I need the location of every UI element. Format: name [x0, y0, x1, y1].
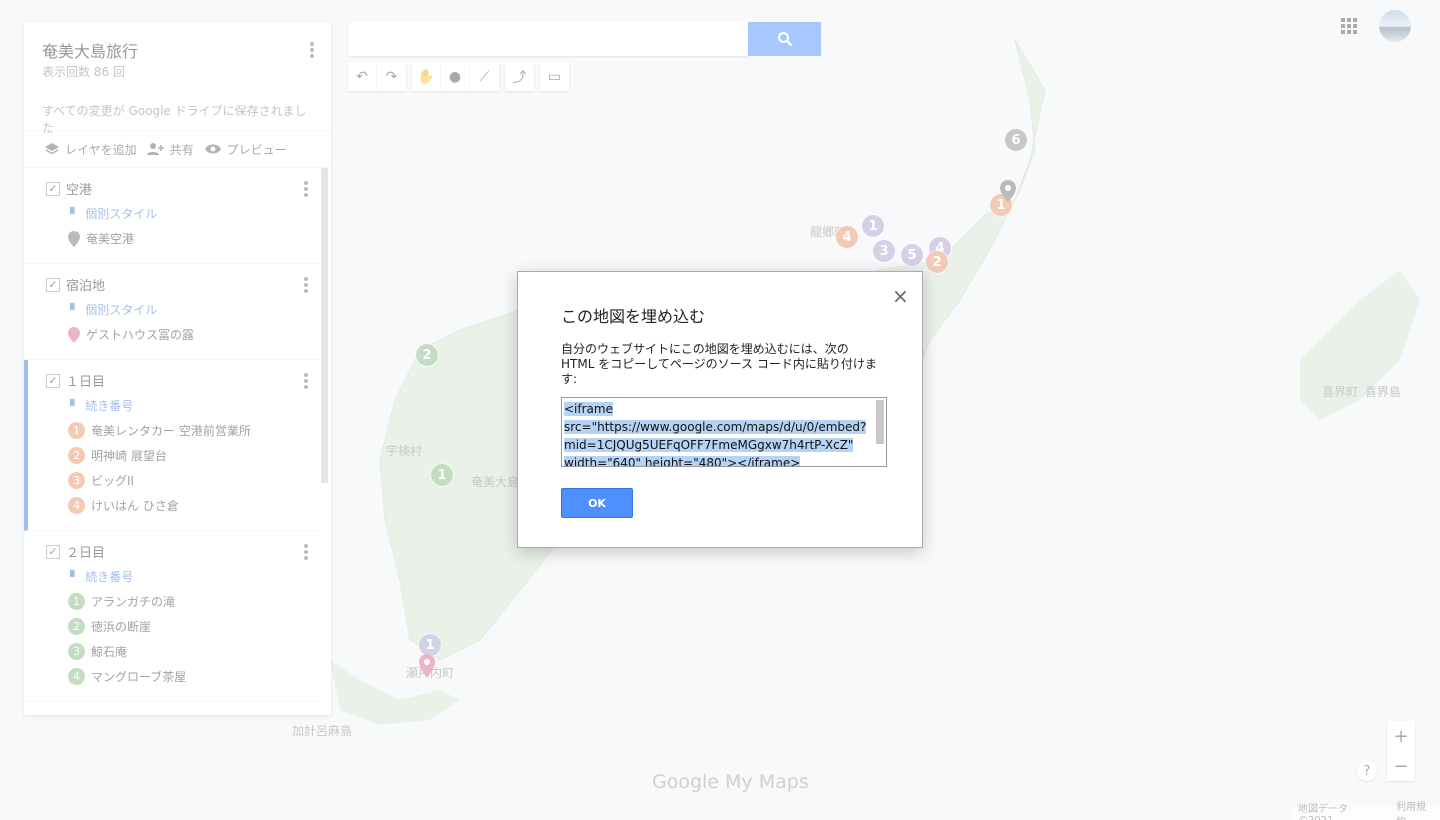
dialog-description: 自分のウェブサイトにこの地図を埋め込むには、次の HTML をコピーしてページの… — [561, 342, 877, 386]
dialog-title: この地図を埋め込む — [561, 307, 706, 326]
embed-code-textarea[interactable]: <iframe src="https://www.google.com/maps… — [561, 397, 887, 467]
close-icon[interactable]: × — [892, 286, 909, 306]
textarea-scrollbar[interactable] — [876, 400, 884, 444]
embed-dialog: × この地図を埋め込む 自分のウェブサイトにこの地図を埋め込むには、次の HTM… — [517, 271, 923, 548]
embed-code-text: <iframe src="https://www.google.com/maps… — [564, 402, 867, 466]
ok-button[interactable]: OK — [561, 488, 633, 518]
